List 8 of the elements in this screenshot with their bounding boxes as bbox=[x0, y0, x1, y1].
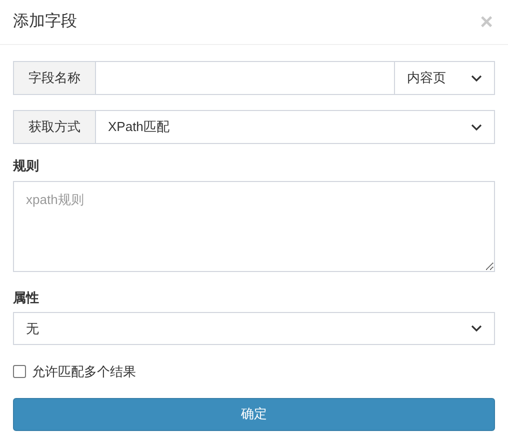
confirm-button[interactable]: 确定 bbox=[13, 398, 495, 430]
chevron-down-icon bbox=[471, 325, 482, 332]
dialog-title: 添加字段 bbox=[13, 12, 77, 32]
attribute-label: 属性 bbox=[13, 288, 40, 306]
checkbox[interactable] bbox=[13, 365, 26, 378]
checkbox-label: 允许匹配多个结果 bbox=[32, 363, 136, 381]
rule-textarea[interactable]: xpath规则 bbox=[13, 180, 495, 272]
rule-label: 规则 bbox=[13, 157, 40, 175]
